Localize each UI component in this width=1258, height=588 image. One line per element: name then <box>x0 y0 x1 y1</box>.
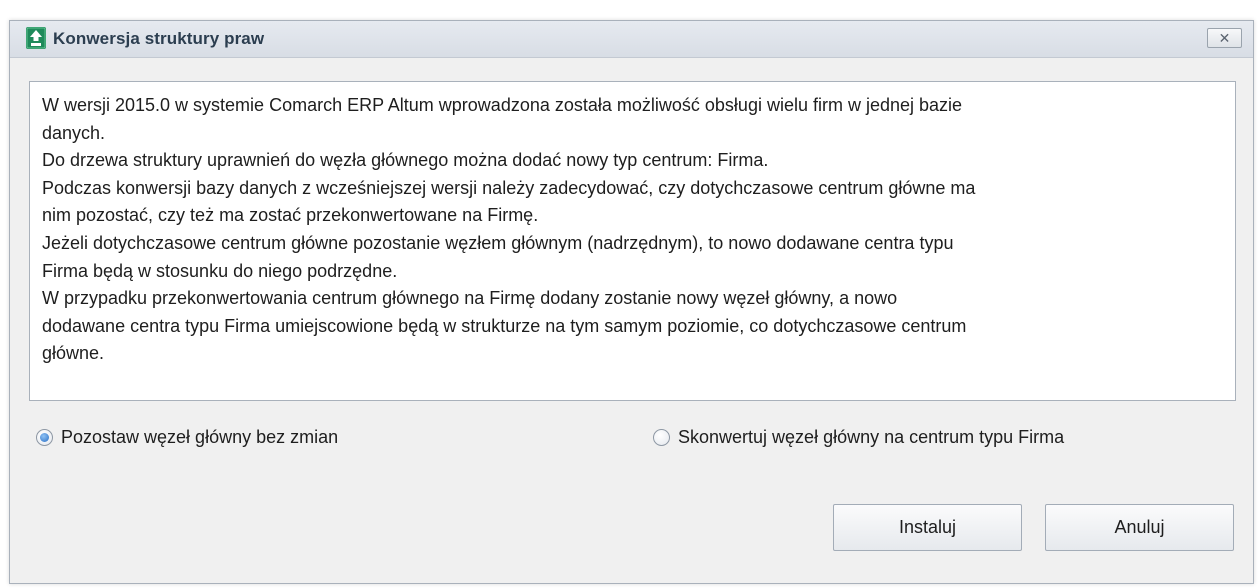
message-line: nim pozostać, czy też ma zostać przekonw… <box>42 205 539 226</box>
keep-root-option[interactable]: Pozostaw węzeł główny bez zmian <box>36 427 338 448</box>
app-upload-icon <box>26 27 46 49</box>
message-line: W wersji 2015.0 w systemie Comarch ERP A… <box>42 95 963 115</box>
message-line: W przypadku przekonwertowania centrum gł… <box>42 288 898 309</box>
message-line: Podczas konwersji bazy danych z wcześnie… <box>42 177 976 198</box>
message-line: Firma będą w stosunku do niego podrzędne… <box>42 260 398 281</box>
close-icon: ✕ <box>1218 30 1231 46</box>
convert-root-option[interactable]: Skonwertuj węzeł główny na centrum typu … <box>653 427 1064 448</box>
window-title: Konwersja struktury praw <box>53 29 265 48</box>
message-line: Do drzewa struktury uprawnień do węzła g… <box>42 150 769 171</box>
keep-root-radio[interactable] <box>36 429 53 446</box>
install-button[interactable]: Instaluj <box>833 504 1022 551</box>
convert-root-label[interactable]: Skonwertuj węzeł główny na centrum typu … <box>678 427 1064 448</box>
title-bar[interactable]: Konwersja struktury praw ✕ <box>10 21 1253 58</box>
message-line: Jeżeli dotychczasowe centrum główne pozo… <box>42 232 954 253</box>
close-button[interactable]: ✕ <box>1207 28 1242 48</box>
message-line: danych. <box>42 122 106 143</box>
message-text-area[interactable]: W wersji 2015.0 w systemie Comarch ERP A… <box>29 81 1236 401</box>
message-line: dodawane centra typu Firma umiejscowione… <box>42 315 967 336</box>
dialog-window: Konwersja struktury praw ✕ W wersji 2015… <box>9 20 1254 584</box>
keep-root-label[interactable]: Pozostaw węzeł główny bez zmian <box>61 427 338 448</box>
message-line: główne. <box>42 343 105 364</box>
cancel-button[interactable]: Anuluj <box>1045 504 1234 551</box>
conversion-options: Pozostaw węzeł główny bez zmian Skonwert… <box>30 427 1230 457</box>
convert-root-radio[interactable] <box>653 429 670 446</box>
